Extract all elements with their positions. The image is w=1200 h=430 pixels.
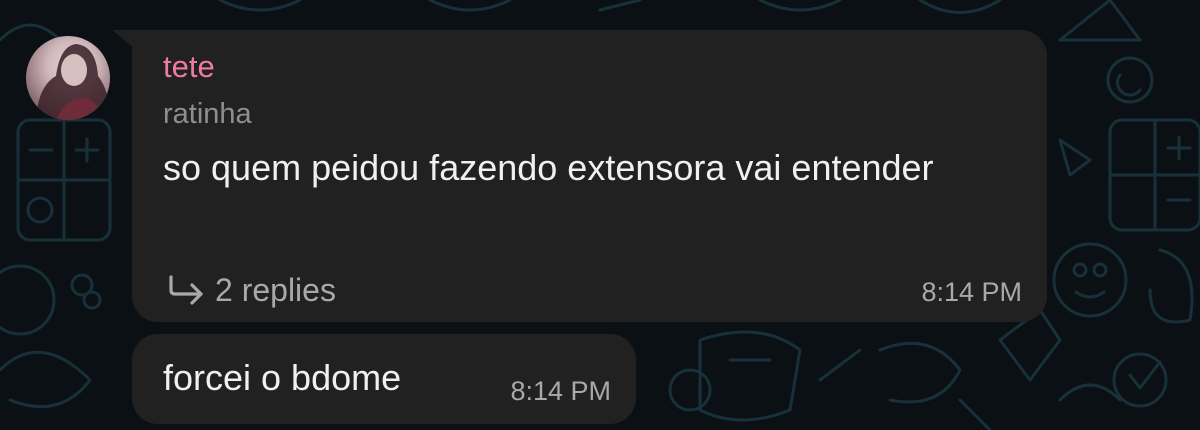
reply-reference[interactable]: ratinha (163, 96, 252, 132)
message-time: 8:14 PM (921, 277, 1022, 307)
message-text: forcei o bdome (163, 357, 402, 398)
replies-button[interactable]: 2 replies (167, 270, 336, 310)
reply-arrow-icon (169, 275, 203, 305)
avatar[interactable] (26, 36, 110, 120)
message-text: so quem peidou fazendo extensora vai ent… (163, 147, 934, 188)
bubble-tail (112, 30, 134, 48)
message-bubble[interactable]: tete ratinha so quem peidou fazendo exte… (132, 30, 1047, 322)
message-time: 8:14 PM (510, 376, 611, 406)
message-bubble[interactable]: forcei o bdome 8:14 PM (132, 334, 636, 424)
sender-name[interactable]: tete (163, 48, 215, 86)
replies-count: 2 replies (215, 272, 336, 308)
